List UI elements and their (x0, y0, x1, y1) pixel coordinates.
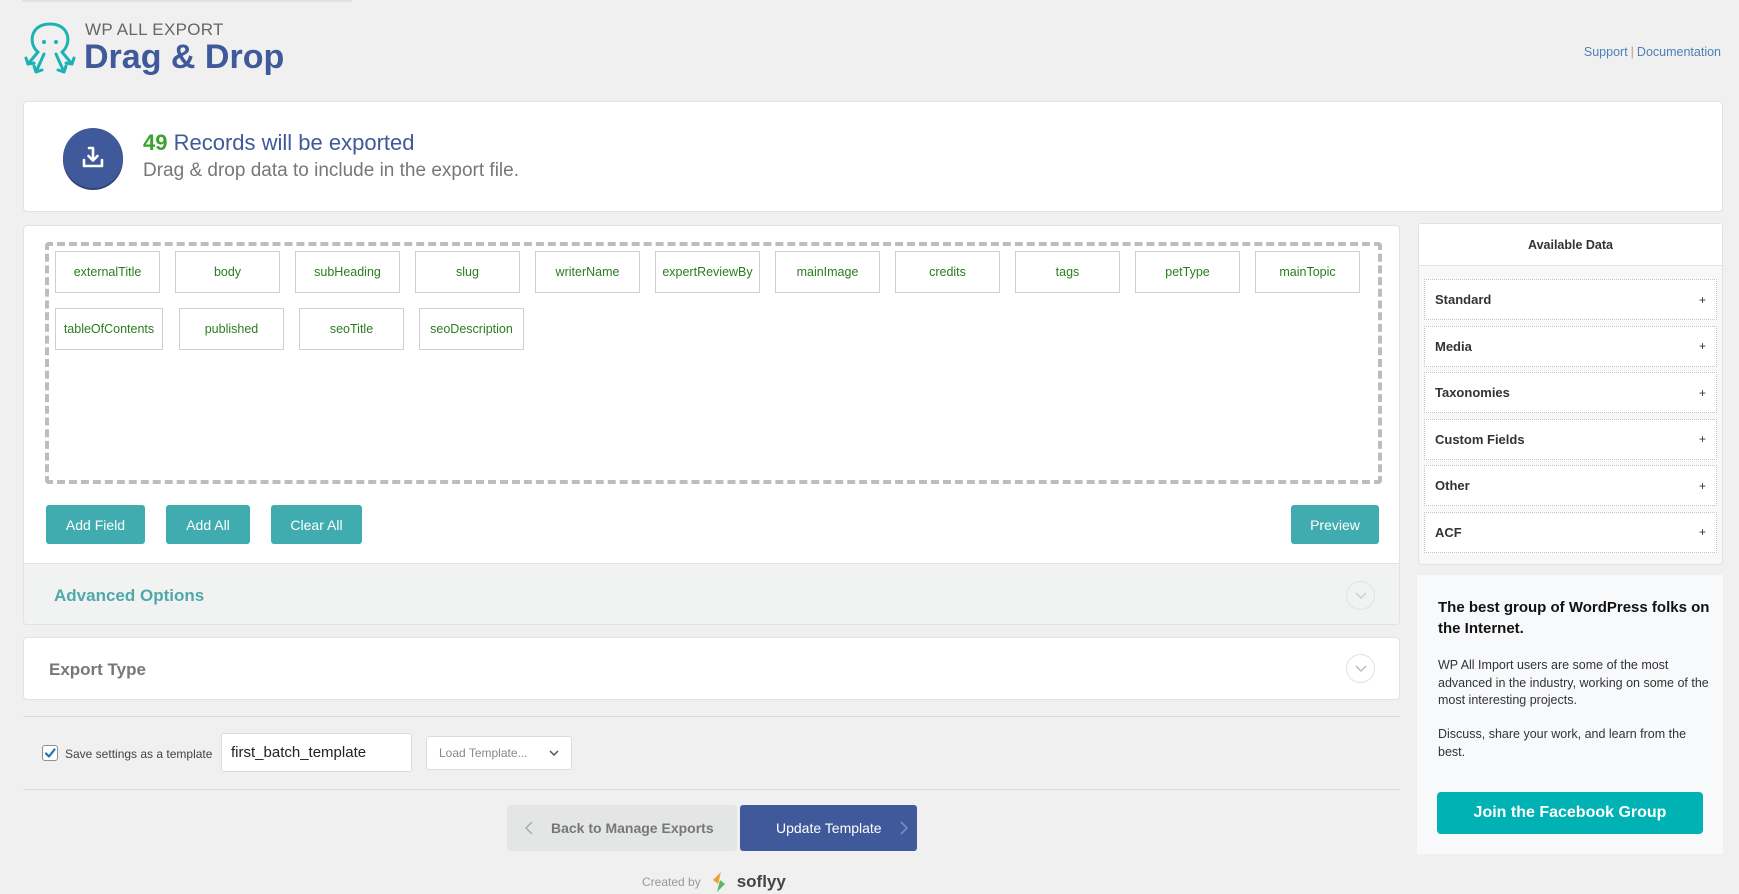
back-to-manage-exports-button[interactable]: Back to Manage Exports (507, 805, 737, 851)
promo-paragraph: WP All Import users are some of the most… (1438, 658, 1709, 707)
available-data-group[interactable]: Taxonomies + (1424, 372, 1717, 413)
available-data-group[interactable]: ACF + (1424, 511, 1717, 553)
link-separator: | (1630, 45, 1634, 59)
export-type-title: Export Type (49, 660, 146, 679)
load-template-placeholder: Load Template... (439, 746, 528, 760)
checkmark-icon (44, 748, 56, 758)
available-data-panel: Available Data Standard + Media + Taxonomies… (1418, 223, 1723, 565)
records-count-text: 49 Records will be exported (143, 130, 415, 156)
available-data-title: Available Data (1419, 224, 1722, 266)
soflyy-brand: soflyy (736, 872, 786, 891)
support-link[interactable]: Support (1584, 45, 1628, 59)
soflyy-logo-icon (712, 872, 725, 892)
field-chip[interactable]: petType (1135, 251, 1240, 293)
top-bar (22, 0, 352, 2)
field-chip[interactable]: credits (895, 251, 1000, 293)
chevron-down-icon (549, 749, 559, 756)
field-chip[interactable]: tags (1015, 251, 1120, 293)
update-button-label: Update Template (776, 820, 882, 836)
divider (23, 789, 1400, 790)
plus-icon: + (1698, 432, 1706, 446)
field-chip[interactable]: tableOfContents (55, 308, 163, 350)
back-button-label: Back to Manage Exports (551, 820, 714, 836)
plus-icon: + (1698, 292, 1706, 307)
field-chip[interactable]: writerName (535, 251, 640, 293)
preview-button[interactable]: Preview (1291, 505, 1379, 544)
plus-icon: + (1698, 478, 1706, 493)
load-template-select[interactable]: Load Template... (426, 736, 572, 770)
records-subtitle: Drag & drop data to include in the expor… (143, 160, 520, 181)
save-template-checkbox[interactable] (42, 745, 58, 761)
plus-icon: + (1698, 385, 1706, 400)
created-by-credit: Created by soflyy (642, 871, 786, 893)
page-title: Drag & Drop (84, 38, 285, 76)
group-label: Taxonomies (1435, 385, 1510, 400)
divider (23, 716, 1400, 717)
brand-name: WP ALL EXPORT (85, 20, 224, 39)
export-fields-panel: externalTitle body subHeading slug writerNam… (23, 225, 1400, 625)
available-data-group[interactable]: Standard + (1424, 279, 1717, 320)
created-by-label: Created by (642, 875, 701, 889)
available-data-group[interactable]: Custom Fields + (1424, 418, 1717, 460)
add-field-button[interactable]: Add Field (46, 505, 145, 544)
group-label: Standard (1435, 292, 1492, 307)
field-chip[interactable]: body (175, 251, 280, 293)
field-chip[interactable]: mainTopic (1255, 251, 1360, 293)
field-chip[interactable]: published (179, 308, 284, 350)
available-data-group[interactable]: Media + (1424, 325, 1717, 367)
plus-icon: + (1698, 339, 1706, 353)
group-label: Other (1435, 478, 1470, 493)
add-all-button[interactable]: Add All (166, 505, 250, 544)
advanced-options-section[interactable]: Advanced Options (24, 563, 1399, 624)
save-template-label: Save settings as a template (65, 747, 213, 761)
field-chip[interactable]: subHeading (295, 251, 400, 293)
clear-all-button[interactable]: Clear All (271, 505, 362, 544)
group-label: Media (1435, 338, 1472, 354)
field-chip[interactable]: mainImage (775, 251, 880, 293)
promo-title: The best group of WordPress folks on the… (1438, 599, 1710, 637)
field-chip[interactable]: seoDescription (419, 308, 524, 350)
promo-paragraph: Discuss, share your work, and learn from… (1438, 727, 1687, 759)
available-data-group[interactable]: Other + (1424, 465, 1717, 506)
group-label: Custom Fields (1435, 431, 1525, 447)
update-template-button[interactable]: Update Template (740, 805, 917, 851)
documentation-link[interactable]: Documentation (1637, 45, 1721, 59)
export-type-section[interactable]: Export Type (23, 637, 1400, 700)
advanced-options-title: Advanced Options (54, 586, 205, 605)
field-chip[interactable]: seoTitle (299, 308, 404, 350)
plus-icon: + (1698, 525, 1706, 539)
records-summary-box: 49 Records will be exported Drag & drop … (23, 101, 1723, 212)
download-icon (63, 128, 123, 188)
chevron-down-icon[interactable] (1346, 654, 1375, 683)
field-chip[interactable]: expertReviewBy (655, 251, 760, 293)
records-label: Records will be exported (167, 130, 415, 155)
field-chip[interactable]: externalTitle (55, 251, 160, 293)
chevron-left-icon (525, 821, 533, 835)
chevron-down-icon[interactable] (1346, 581, 1375, 610)
help-links: Support | Documentation (1584, 45, 1721, 59)
group-label: ACF (1435, 524, 1462, 540)
join-facebook-group-button[interactable]: Join the Facebook Group (1437, 792, 1703, 834)
community-promo: The best group of WordPress folks on the… (1417, 575, 1723, 854)
chevron-right-icon (900, 821, 908, 835)
template-name-input[interactable] (221, 733, 412, 772)
records-count: 49 (143, 130, 168, 155)
octopus-logo-icon (22, 18, 78, 78)
field-chip[interactable]: slug (415, 251, 520, 293)
